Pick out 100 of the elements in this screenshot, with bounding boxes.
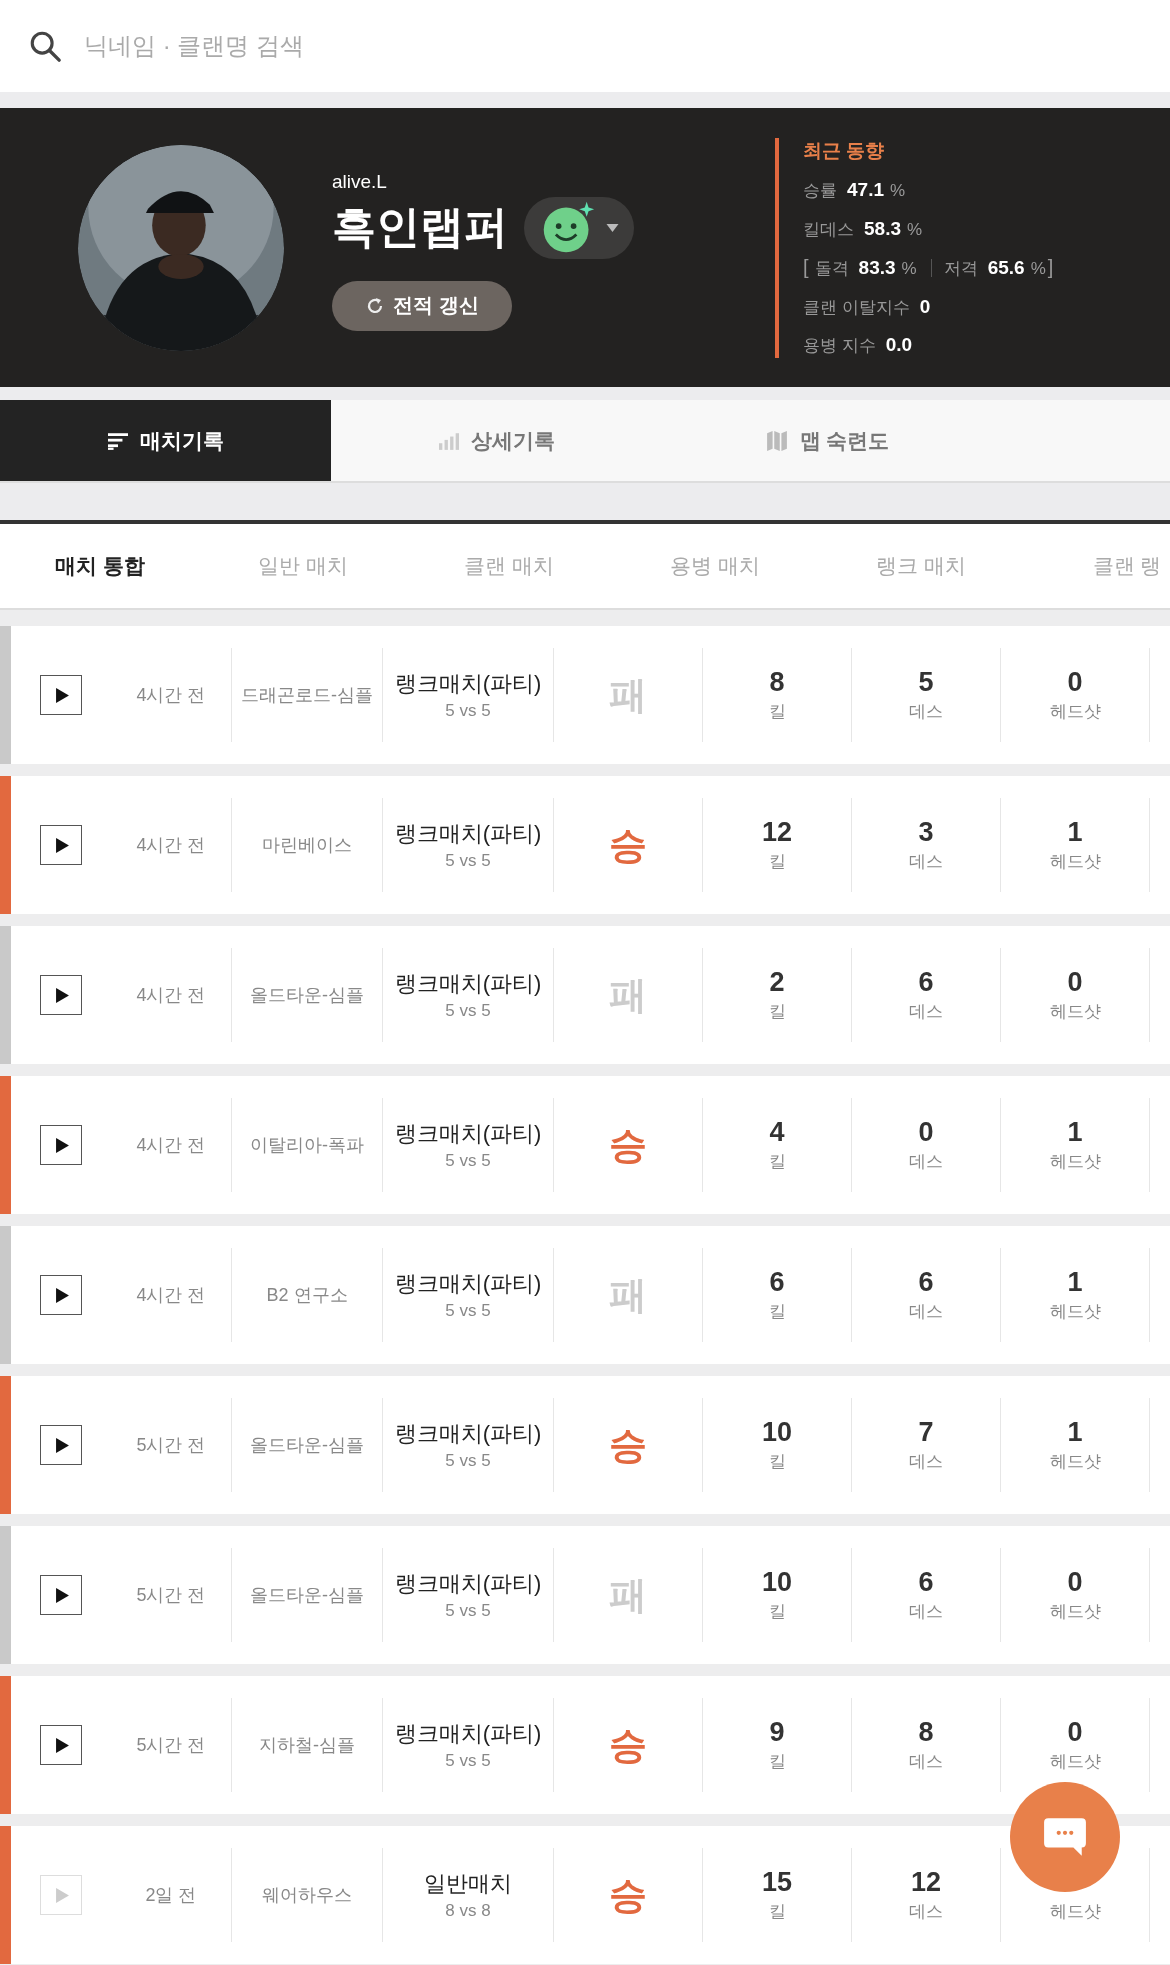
list-icon: [107, 431, 128, 450]
stat-caption: 데스: [909, 701, 943, 723]
team-size: 5 vs 5: [445, 1301, 491, 1321]
search-field[interactable]: 닉네임 · 클랜명 검색: [82, 31, 586, 61]
stat-unit: %: [907, 219, 923, 240]
stat-caption: 킬: [768, 851, 786, 873]
match-mode: 랭크매치(파티): [394, 1120, 542, 1148]
stat-caption: 헤드샷: [1049, 1601, 1101, 1623]
play-icon: [56, 987, 69, 1003]
subtab[interactable]: 용병 매치: [612, 552, 818, 580]
kill-count: 6: [769, 1267, 785, 1298]
death-count: 8: [918, 1717, 934, 1748]
stat-caption: 데스: [909, 1601, 943, 1623]
subtab[interactable]: 일반 매치: [200, 552, 406, 580]
subtab[interactable]: 클랜 랭: [1024, 552, 1170, 580]
kill-count: 9: [769, 1717, 785, 1748]
match-result: 승: [609, 1872, 647, 1918]
play-button[interactable]: [40, 1275, 82, 1315]
kill-count: 10: [761, 1417, 792, 1448]
stat-caption: 킬: [768, 1601, 786, 1623]
map-name: 마린베이스: [262, 834, 352, 857]
stat-label: 용병 지수: [803, 335, 876, 358]
match-mode: 랭크매치(파티): [394, 820, 542, 848]
match-time: 4시간 전: [136, 984, 206, 1007]
stat-caption: 데스: [909, 1001, 943, 1023]
stat-caption: 킬: [768, 1751, 786, 1773]
map-name: 올드타운-심플: [250, 984, 364, 1007]
subtab[interactable]: 매치 통합: [0, 552, 200, 580]
kill-count: 2: [769, 967, 785, 998]
headshot-count: 0: [1067, 967, 1083, 998]
kill-count: 12: [761, 817, 792, 848]
play-button[interactable]: [40, 1125, 82, 1165]
headshot-count: 1: [1067, 1417, 1083, 1448]
death-count: 5: [918, 667, 934, 698]
play-icon: [56, 1137, 69, 1153]
tab[interactable]: 매치기록: [0, 400, 331, 481]
headshot-count: 1: [1067, 817, 1083, 848]
play-button[interactable]: [40, 825, 82, 865]
bar-chart-icon: [438, 431, 459, 450]
player-id: alive.L: [332, 170, 388, 193]
stat-caption: 데스: [909, 851, 943, 873]
map-name: 지하철-심플: [259, 1734, 355, 1757]
play-icon: [56, 837, 69, 853]
death-count: 12: [910, 1867, 941, 1898]
team-size: 5 vs 5: [445, 1751, 491, 1771]
player-nickname: 흑인랩퍼: [332, 201, 508, 253]
match-time: 5시간 전: [136, 1434, 206, 1457]
stat-caption: 킬: [768, 701, 786, 723]
map-name: B2 연구소: [266, 1284, 348, 1307]
match-mode: 랭크매치(파티): [394, 670, 542, 698]
death-count: 3: [918, 817, 934, 848]
play-icon: [56, 1437, 69, 1453]
tab[interactable]: 상세기록: [331, 400, 662, 481]
map-name: 이탈리아-폭파: [250, 1134, 364, 1157]
death-count: 6: [918, 967, 934, 998]
stat-value: 65.6: [987, 257, 1025, 280]
map-name: 올드타운-심플: [250, 1584, 364, 1607]
match-mode: 랭크매치(파티): [394, 970, 542, 998]
play-button[interactable]: [40, 1725, 82, 1765]
match-mode: 랭크매치(파티): [394, 1420, 542, 1448]
death-count: 6: [918, 1267, 934, 1298]
headshot-count: 0: [1067, 1717, 1083, 1748]
subtab[interactable]: 클랜 매치: [406, 552, 612, 580]
team-size: 5 vs 5: [445, 1601, 491, 1621]
refresh-button[interactable]: 전적 갱신: [332, 280, 512, 331]
stat-value: 47.1: [847, 179, 884, 202]
stat-label: 클랜 이탈지수: [803, 296, 910, 319]
play-icon: [56, 687, 69, 703]
bracket: ]: [1047, 256, 1054, 280]
stat-label: 저격: [943, 258, 978, 281]
subtab[interactable]: 랭크 매치: [818, 552, 1024, 580]
play-button[interactable]: [40, 675, 82, 715]
map-name: 웨어하우스: [262, 1884, 352, 1907]
stat-caption: 데스: [909, 1151, 943, 1173]
play-button[interactable]: [40, 975, 82, 1015]
team-size: 5 vs 5: [445, 851, 491, 871]
search-icon[interactable]: [28, 29, 62, 63]
stat-caption: 킬: [768, 1451, 786, 1473]
match-result: 승: [609, 822, 647, 868]
match-time: 5시간 전: [136, 1584, 206, 1607]
death-count: 7: [918, 1417, 934, 1448]
headshot-count: 1: [1067, 1267, 1083, 1298]
stat-label: 승률: [803, 180, 837, 203]
play-button[interactable]: [40, 1575, 82, 1615]
stat-value: 58.3: [864, 217, 901, 240]
match-result: 승: [609, 1422, 647, 1468]
stat-caption: 킬: [768, 1901, 786, 1923]
stat-unit: %: [901, 259, 917, 280]
tab[interactable]: 맵 숙련도: [662, 400, 993, 481]
stat-value: 83.3: [858, 257, 896, 280]
kill-count: 15: [761, 1867, 792, 1898]
chat-bubble-icon: [1042, 1816, 1088, 1858]
match-time: 2일 전: [145, 1884, 197, 1907]
match-time: 5시간 전: [136, 1734, 206, 1757]
match-mode: 랭크매치(파티): [394, 1720, 542, 1748]
headshot-count: 0: [1067, 1567, 1083, 1598]
match-time: 4시간 전: [136, 1284, 206, 1307]
play-icon: [56, 1587, 69, 1603]
match-time: 4시간 전: [136, 1134, 206, 1157]
play-button[interactable]: [40, 1425, 82, 1465]
